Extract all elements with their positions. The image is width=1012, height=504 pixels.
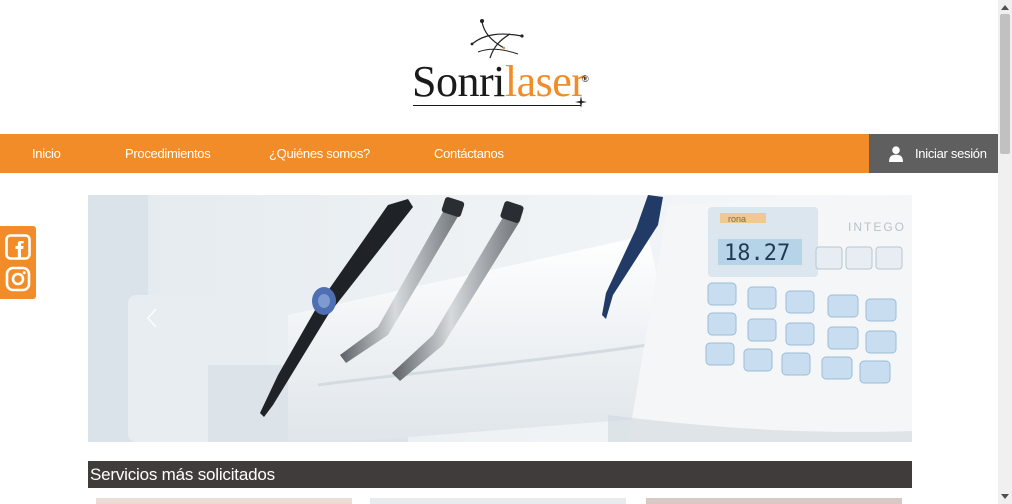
- service-card-2[interactable]: [370, 498, 626, 504]
- panel-model: INTEGO: [848, 220, 906, 234]
- logo-text-light: laser: [504, 57, 586, 106]
- scroll-up-button[interactable]: [998, 0, 1012, 14]
- login-label: Iniciar sesión: [915, 146, 987, 161]
- main-navbar: Inicio Procedimientos ¿Quiénes somos? Co…: [0, 134, 869, 173]
- logo-underline: [413, 105, 581, 106]
- scroll-down-button[interactable]: [998, 490, 1012, 504]
- services-heading: Servicios más solicitados: [90, 464, 275, 484]
- facebook-icon: [5, 233, 31, 260]
- instagram-link[interactable]: [4, 265, 32, 293]
- nav-contactanos[interactable]: Contáctanos: [434, 146, 504, 161]
- chevron-left-icon: [146, 308, 157, 328]
- nav-procedimientos[interactable]: Procedimientos: [125, 146, 211, 161]
- nav-quienes-somos[interactable]: ¿Quiénes somos?: [269, 146, 370, 161]
- hero-dental-equipment-image: rona INTEGO 18.27: [88, 195, 912, 442]
- logo-star-mark: [470, 19, 524, 59]
- hero-carousel: rona INTEGO 18.27: [88, 195, 912, 442]
- caret-up-icon: [1001, 5, 1009, 10]
- sonrilaser-logo[interactable]: Sonrilaser ®: [405, 18, 605, 112]
- logo-wordmark: Sonrilaser: [412, 57, 586, 106]
- scrollbar-thumb[interactable]: [1000, 14, 1010, 154]
- carousel-prev-button[interactable]: [142, 303, 162, 333]
- caret-down-icon: [1001, 494, 1009, 499]
- nav-inicio[interactable]: Inicio: [32, 146, 61, 161]
- services-heading-bar: Servicios más solicitados: [88, 461, 912, 488]
- panel-brand: rona: [728, 214, 746, 224]
- vertical-scrollbar[interactable]: [998, 0, 1012, 504]
- logo-spark-icon: [575, 96, 587, 108]
- social-sidebar: [0, 226, 36, 299]
- service-card-1[interactable]: [96, 498, 352, 504]
- instagram-icon: [5, 266, 31, 291]
- logo-text-dark: Sonri: [412, 57, 505, 106]
- panel-display: 18.27: [724, 241, 790, 266]
- facebook-link[interactable]: [4, 233, 32, 261]
- registered-mark: ®: [582, 74, 589, 84]
- service-card-3[interactable]: [646, 498, 902, 504]
- login-button[interactable]: Iniciar sesión: [869, 134, 998, 173]
- user-icon: [889, 145, 903, 162]
